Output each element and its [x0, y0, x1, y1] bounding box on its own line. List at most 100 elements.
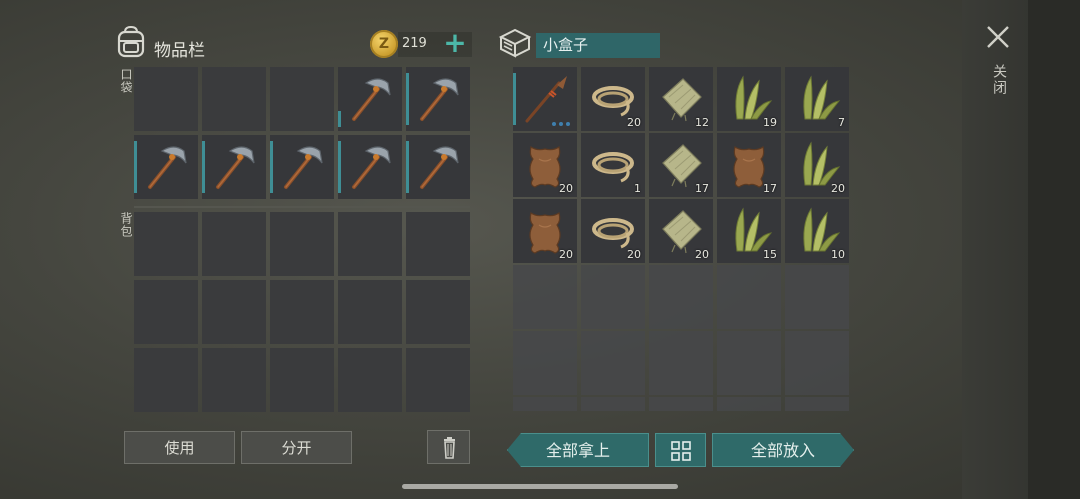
- item-quantity: 12: [695, 116, 709, 129]
- backpack-slot[interactable]: [270, 280, 334, 344]
- coin-count: 219: [402, 36, 427, 51]
- item-quantity: 20: [695, 248, 709, 261]
- backpack-slot[interactable]: [338, 212, 402, 276]
- backpack-slot[interactable]: [406, 280, 470, 344]
- item-quantity: 7: [838, 116, 845, 129]
- container-slot[interactable]: 12: [649, 67, 713, 131]
- pickaxe-icon: [420, 146, 459, 189]
- container-slot-empty[interactable]: [513, 331, 577, 395]
- container-slot[interactable]: 20: [649, 199, 713, 263]
- pickaxe-icon: [216, 146, 255, 189]
- spear-icon: [525, 76, 567, 123]
- container-slot[interactable]: 20: [785, 133, 849, 197]
- pickaxe-icon: [420, 78, 459, 121]
- pocket-slot[interactable]: [338, 67, 402, 131]
- item-quantity: 17: [695, 182, 709, 195]
- backpack-slot[interactable]: [134, 348, 198, 412]
- container-slot-empty[interactable]: [785, 397, 849, 411]
- pocket-slot[interactable]: [338, 135, 402, 199]
- container-slot[interactable]: 20: [581, 199, 645, 263]
- trash-icon: [444, 437, 455, 459]
- item-quantity: 20: [627, 248, 641, 261]
- pocket-slot[interactable]: [202, 135, 266, 199]
- container-slot-empty[interactable]: [513, 265, 577, 329]
- backpack-slot[interactable]: [406, 212, 470, 276]
- container-slot-empty[interactable]: [581, 397, 645, 411]
- use-button[interactable]: 使用: [124, 431, 235, 464]
- container-slot[interactable]: 20: [513, 199, 577, 263]
- coin-icon: Z: [370, 30, 398, 58]
- take-all-button[interactable]: 全部拿上: [507, 433, 649, 467]
- pocket-label: 口袋: [119, 68, 133, 94]
- put-all-button[interactable]: 全部放入: [712, 433, 854, 467]
- pocket-slot[interactable]: [270, 135, 334, 199]
- backpack-icon: [117, 26, 145, 58]
- container-slot-empty[interactable]: [581, 331, 645, 395]
- item-quantity: 1: [634, 182, 641, 195]
- item-quantity: 19: [763, 116, 777, 129]
- pocket-slot[interactable]: [406, 135, 470, 199]
- container-slot-empty[interactable]: [513, 397, 577, 411]
- container-slot-empty[interactable]: [649, 397, 713, 411]
- backpack-slot[interactable]: [338, 348, 402, 412]
- sort-button[interactable]: [655, 433, 706, 467]
- container-slot[interactable]: 10: [785, 199, 849, 263]
- pickaxe-icon: [284, 146, 323, 189]
- add-coins-button[interactable]: +: [441, 29, 469, 58]
- container-slot-empty[interactable]: [581, 265, 645, 329]
- backpack-label: 背包: [119, 212, 133, 238]
- rope-icon: [592, 152, 634, 183]
- close-icon[interactable]: [985, 24, 1011, 50]
- trash-button[interactable]: [427, 430, 470, 464]
- container-slot-empty[interactable]: [717, 397, 781, 411]
- container-slot[interactable]: 19: [717, 67, 781, 131]
- pocket-slot[interactable]: [202, 67, 266, 131]
- plant-icon: [803, 75, 841, 120]
- container-slot[interactable]: 20: [513, 133, 577, 197]
- pocket-slot[interactable]: [134, 135, 198, 199]
- backpack-slot[interactable]: [406, 348, 470, 412]
- container-name-field[interactable]: 小盒子: [536, 33, 660, 58]
- item-quantity: 15: [763, 248, 777, 261]
- backpack-slot[interactable]: [270, 212, 334, 276]
- container-slot-empty[interactable]: [717, 265, 781, 329]
- item-quantity: 10: [831, 248, 845, 261]
- home-indicator[interactable]: [402, 484, 678, 489]
- section-divider: [134, 206, 470, 208]
- backpack-slot[interactable]: [202, 280, 266, 344]
- item-quantity: 20: [559, 248, 573, 261]
- container-slot-empty[interactable]: [649, 331, 713, 395]
- backpack-slot[interactable]: [202, 212, 266, 276]
- durability-dots: [552, 122, 570, 126]
- pocket-slot[interactable]: [134, 67, 198, 131]
- side-panel: [962, 0, 1080, 499]
- pocket-slot[interactable]: [270, 67, 334, 131]
- container-slot[interactable]: 17: [649, 133, 713, 197]
- container-slot[interactable]: 1: [581, 133, 645, 197]
- backpack-slot[interactable]: [338, 280, 402, 344]
- backpack-slot[interactable]: [134, 212, 198, 276]
- container-slot-empty[interactable]: [649, 265, 713, 329]
- item-quantity: 17: [763, 182, 777, 195]
- item-quantity: 20: [831, 182, 845, 195]
- container-slot[interactable]: 15: [717, 199, 781, 263]
- backpack-slot[interactable]: [270, 348, 334, 412]
- inventory-title: 物品栏: [154, 41, 205, 61]
- container-slot[interactable]: [513, 67, 577, 131]
- pocket-slot[interactable]: [406, 67, 470, 131]
- container-slot-empty[interactable]: [785, 331, 849, 395]
- container-slot-empty[interactable]: [717, 331, 781, 395]
- container-slot[interactable]: 7: [785, 67, 849, 131]
- split-button[interactable]: 分开: [241, 431, 352, 464]
- item-quantity: 20: [627, 116, 641, 129]
- container-slot[interactable]: 20: [581, 67, 645, 131]
- grid-icon: [671, 441, 691, 461]
- backpack-slot[interactable]: [202, 348, 266, 412]
- backpack-slot[interactable]: [134, 280, 198, 344]
- close-label[interactable]: 关闭: [989, 64, 1009, 96]
- pickaxe-icon: [148, 146, 187, 189]
- container-slot-empty[interactable]: [785, 265, 849, 329]
- pickaxe-icon: [352, 146, 391, 189]
- container-slot[interactable]: 17: [717, 133, 781, 197]
- pickaxe-icon: [352, 78, 391, 121]
